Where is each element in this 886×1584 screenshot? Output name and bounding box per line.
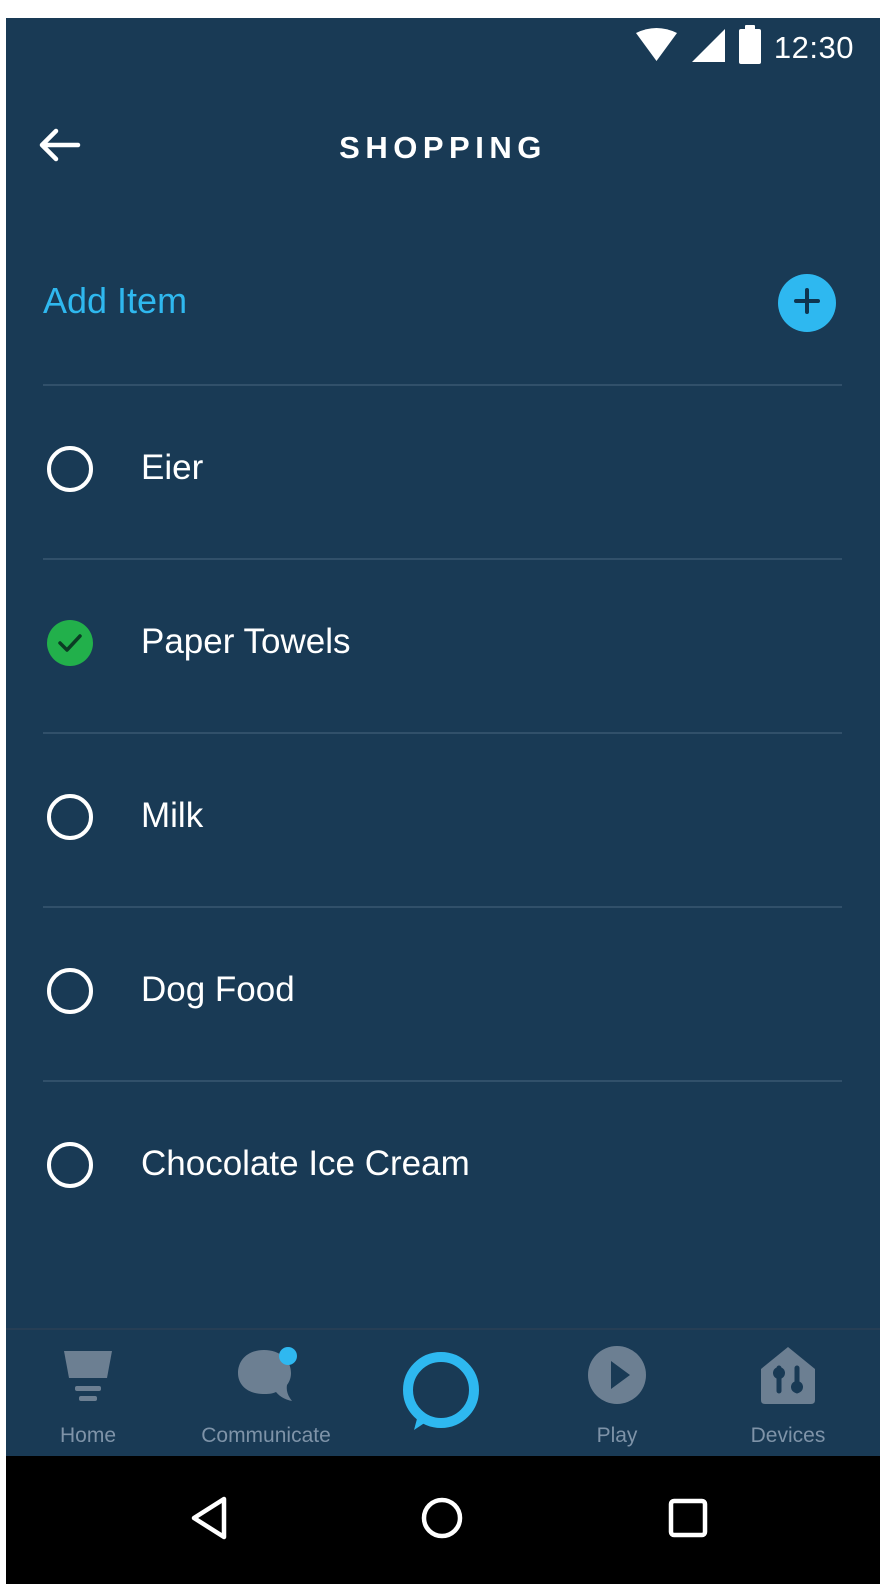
list-item[interactable]: Milk xyxy=(43,732,842,904)
unchecked-circle-icon[interactable] xyxy=(47,446,93,492)
chat-bubble-icon xyxy=(233,1346,299,1408)
item-label: Chocolate Ice Cream xyxy=(141,1144,470,1183)
list-item[interactable]: Dog Food xyxy=(43,906,842,1078)
nav-devices[interactable]: Devices xyxy=(730,1330,846,1456)
devices-icon xyxy=(757,1344,819,1406)
cellular-signal-icon xyxy=(690,27,726,68)
nav-communicate[interactable]: Communicate xyxy=(174,1330,358,1456)
nav-play[interactable]: Play xyxy=(558,1330,676,1456)
page-title: SHOPPING xyxy=(339,130,547,165)
home-icon xyxy=(62,1348,114,1408)
recent-apps-icon xyxy=(666,1496,710,1545)
nav-home-label: Home xyxy=(59,1424,117,1447)
play-icon xyxy=(586,1344,648,1406)
unchecked-circle-icon[interactable] xyxy=(47,968,93,1014)
back-triangle-icon xyxy=(186,1494,232,1547)
wifi-icon xyxy=(635,27,678,67)
item-label: Paper Towels xyxy=(141,622,351,661)
list-item[interactable]: Eier xyxy=(43,384,842,556)
system-recent-apps-button[interactable] xyxy=(656,1488,720,1552)
item-label: Milk xyxy=(141,796,204,835)
alexa-ring-icon xyxy=(398,1348,484,1436)
nav-devices-label: Devices xyxy=(750,1424,826,1447)
system-home-button[interactable] xyxy=(410,1488,474,1552)
android-system-navigation xyxy=(6,1456,880,1584)
alexa-shopping-screen: 12:30 SHOPPING Add Item Eier Paper Towel… xyxy=(6,18,880,1456)
nav-home[interactable]: Home xyxy=(30,1330,146,1456)
item-label: Eier xyxy=(141,448,204,487)
status-time: 12:30 xyxy=(773,29,854,65)
list-item[interactable]: Paper Towels xyxy=(43,558,842,730)
app-window: 12:30 SHOPPING Add Item Eier Paper Towel… xyxy=(0,0,886,1584)
add-item-label[interactable]: Add Item xyxy=(43,283,187,319)
status-bar: 12:30 xyxy=(6,18,880,76)
item-label: Dog Food xyxy=(141,970,295,1009)
shopping-list: Eier Paper Towels Milk Dog Food Chocolat… xyxy=(6,384,880,1254)
battery-icon xyxy=(738,24,762,70)
plus-icon xyxy=(792,286,822,321)
checked-circle-icon[interactable] xyxy=(47,620,93,666)
nav-play-label: Play xyxy=(596,1424,638,1447)
home-circle-icon xyxy=(419,1495,465,1546)
unchecked-circle-icon[interactable] xyxy=(47,794,93,840)
top-bar: SHOPPING xyxy=(6,100,880,194)
nav-alexa[interactable] xyxy=(390,1330,492,1456)
list-item[interactable]: Chocolate Ice Cream xyxy=(43,1080,842,1252)
bottom-navigation: Home Communicate Play Devices xyxy=(6,1328,880,1456)
system-back-button[interactable] xyxy=(177,1488,241,1552)
nav-communicate-label: Communicate xyxy=(201,1424,331,1447)
unchecked-circle-icon[interactable] xyxy=(47,1142,93,1188)
status-icons: 12:30 xyxy=(635,24,854,70)
add-item-row[interactable]: Add Item xyxy=(43,258,842,348)
add-item-button[interactable] xyxy=(778,274,836,332)
